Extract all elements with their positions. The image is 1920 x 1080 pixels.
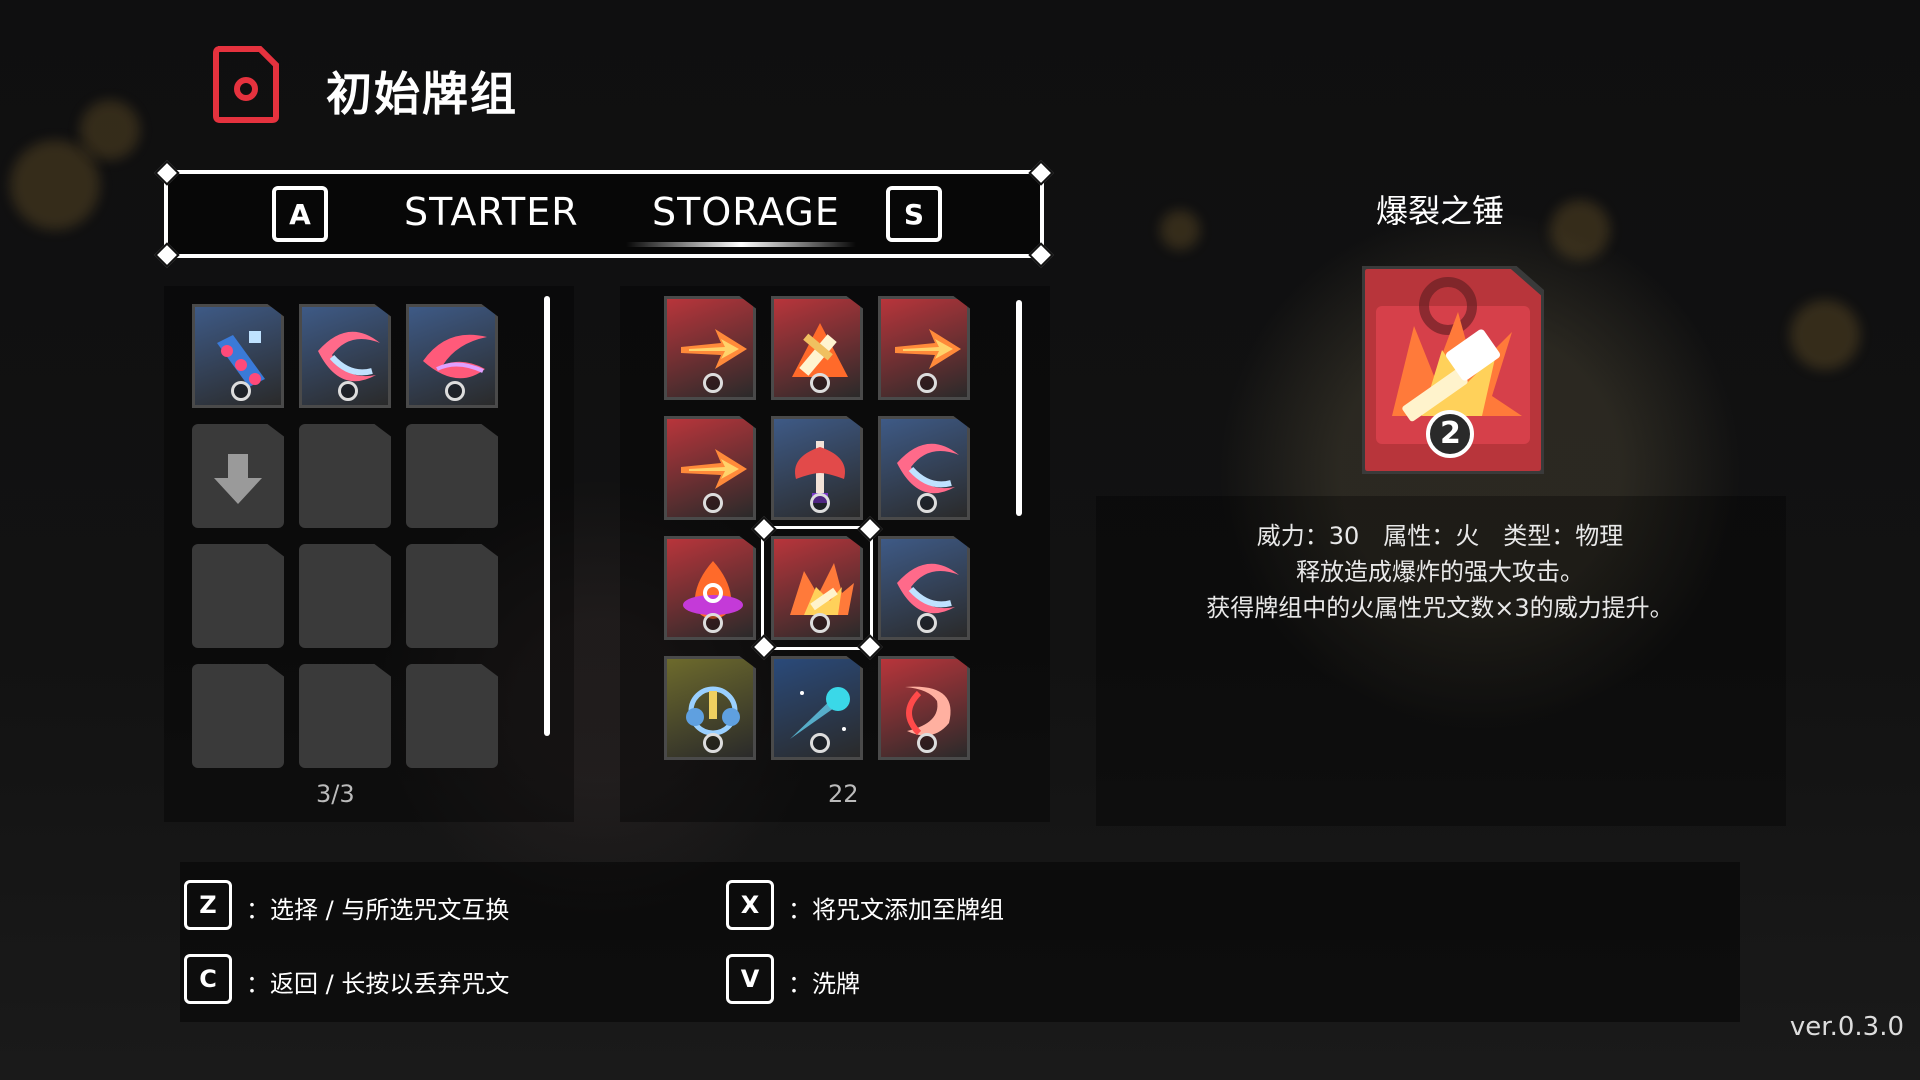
deck-count: 3/3 [316, 780, 355, 808]
card-slot-circle [338, 381, 358, 401]
card-badge: 2 [1440, 416, 1461, 451]
card-slot-circle [231, 381, 251, 401]
deck-empty-slot[interactable] [192, 664, 284, 768]
key-v[interactable]: V [726, 954, 774, 1004]
card-slot-circle [917, 373, 937, 393]
storage-card[interactable] [878, 536, 970, 640]
card-slot-circle [917, 733, 937, 753]
deck-empty-slot[interactable] [299, 664, 391, 768]
deck-card[interactable] [192, 304, 284, 408]
card-slot-circle [917, 493, 937, 513]
storage-card[interactable] [878, 416, 970, 520]
tab-next-key[interactable]: S [886, 186, 942, 242]
tab-storage[interactable]: STORAGE [652, 190, 840, 234]
deck-empty-slot[interactable] [192, 544, 284, 648]
storage-card[interactable] [664, 656, 756, 760]
storage-count: 22 [828, 780, 859, 808]
page-title: 初始牌组 [326, 67, 518, 121]
spell-description-2: 获得牌组中的火属性咒文数×3的威力提升。 [1206, 594, 1674, 622]
storage-card[interactable] [771, 656, 863, 760]
card-slot-circle [917, 613, 937, 633]
storage-card[interactable] [878, 296, 970, 400]
spell-name: 爆裂之锤 [1375, 192, 1504, 230]
tab-prev-key[interactable]: A [272, 186, 328, 242]
card-slot-circle [703, 373, 723, 393]
deck-empty-slot[interactable] [406, 424, 498, 528]
bokeh-light [1790, 300, 1860, 370]
key-c[interactable]: C [184, 954, 232, 1004]
version-label: ver.0.3.0 [1789, 1012, 1904, 1042]
deck-card[interactable] [406, 304, 498, 408]
card-slot-circle [810, 493, 830, 513]
control-select-label: ：选择 / 与所选咒文互换 [246, 896, 510, 924]
tab-starter[interactable]: STARTER [404, 190, 579, 234]
storage-card[interactable] [771, 416, 863, 520]
deck-drop-slot[interactable] [192, 424, 284, 528]
storage-card[interactable] [771, 296, 863, 400]
deck-empty-slot[interactable] [406, 544, 498, 648]
card-slot-circle [703, 493, 723, 513]
card-slot-circle [810, 373, 830, 393]
control-add-label: ：将咒文添加至牌组 [788, 896, 1004, 924]
storage-scrollbar[interactable] [1016, 300, 1022, 516]
card-slot-circle [703, 613, 723, 633]
bokeh-light [80, 100, 140, 160]
card-deck-icon [213, 46, 279, 123]
storage-card[interactable] [664, 296, 756, 400]
active-tab-indicator [626, 242, 856, 247]
storage-card[interactable] [878, 656, 970, 760]
selection-cursor [751, 516, 883, 660]
card-slot-circle [703, 733, 723, 753]
card-slot-circle [810, 733, 830, 753]
bokeh-light [10, 140, 100, 230]
down-arrow-icon [214, 454, 262, 504]
detail-card: 2 [1359, 263, 1547, 477]
control-back-label: ：返回 / 长按以丢弃咒文 [246, 970, 510, 998]
spell-stats: 威力：30 属性：火 类型：物理 [1256, 522, 1624, 550]
key-z[interactable]: Z [184, 880, 232, 930]
key-x[interactable]: X [726, 880, 774, 930]
tab-bar: A STARTER STORAGE S [154, 160, 1054, 268]
storage-card[interactable] [664, 416, 756, 520]
card-slot-circle [445, 381, 465, 401]
deck-empty-slot[interactable] [299, 544, 391, 648]
storage-card[interactable] [664, 536, 756, 640]
deck-card[interactable] [299, 304, 391, 408]
spell-description-1: 释放造成爆炸的强大攻击。 [1296, 558, 1584, 586]
control-shuffle-label: ：洗牌 [788, 970, 860, 998]
deck-scrollbar[interactable] [544, 296, 550, 736]
deck-empty-slot[interactable] [406, 664, 498, 768]
deck-empty-slot[interactable] [299, 424, 391, 528]
